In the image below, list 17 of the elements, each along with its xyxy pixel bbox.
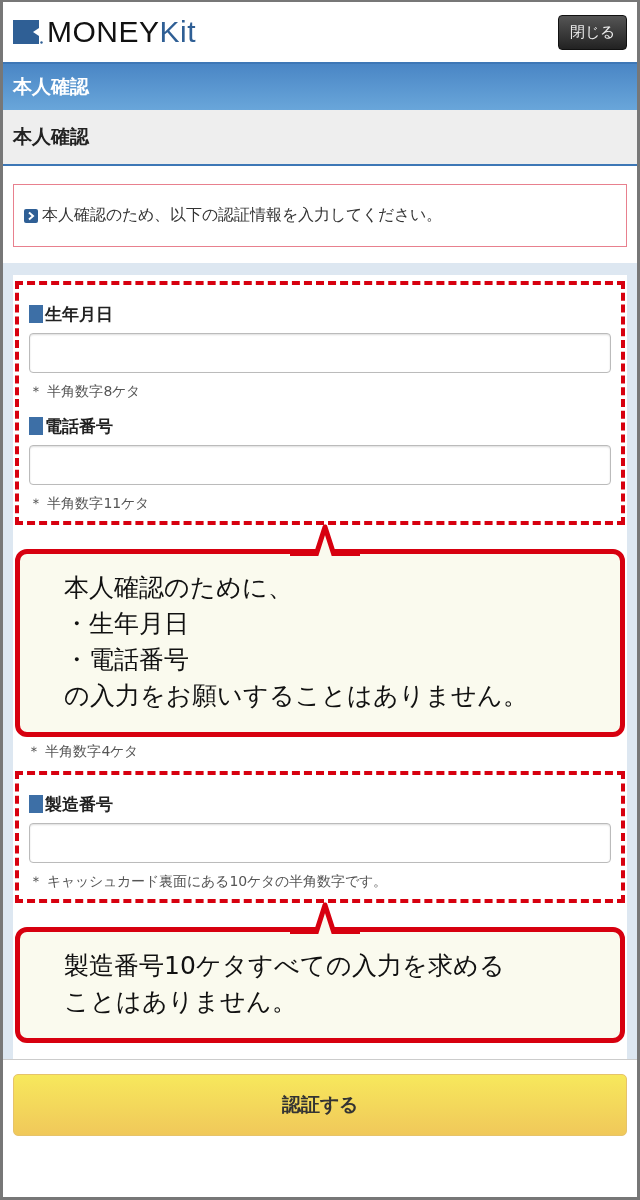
notice-text: 本人確認のため、以下の認証情報を入力してください。 [42,205,442,226]
chevron-icon [24,208,38,223]
logo-icon [13,20,43,44]
title-bar: 本人確認 [3,62,637,110]
logo-text: MONEYKit [47,15,197,49]
close-button[interactable]: 閉じる [558,14,627,50]
section-title: 本人確認 [3,110,637,166]
submit-button[interactable]: 認証する [13,1074,627,1136]
field-hint: ＊ 半角数字11ケタ [29,495,151,513]
input-field[interactable] [29,823,611,863]
field-hint: ＊ 半角数字4ケタ [27,743,140,761]
callout-text: 製造番号10ケタすべての入力を求める ことはありません。 [64,950,506,1018]
callout-text: 本人確認のために、 ・生年月日 ・電話番号 の入力をお願いすることはありません。 [64,572,529,712]
field-hint: ＊ 半角数字8ケタ [29,383,142,401]
input-field[interactable] [29,333,611,373]
input-field[interactable] [29,445,611,485]
field-hint: ＊ キャッシュカード裏面にある10ケタの半角数字です。 [29,873,389,891]
